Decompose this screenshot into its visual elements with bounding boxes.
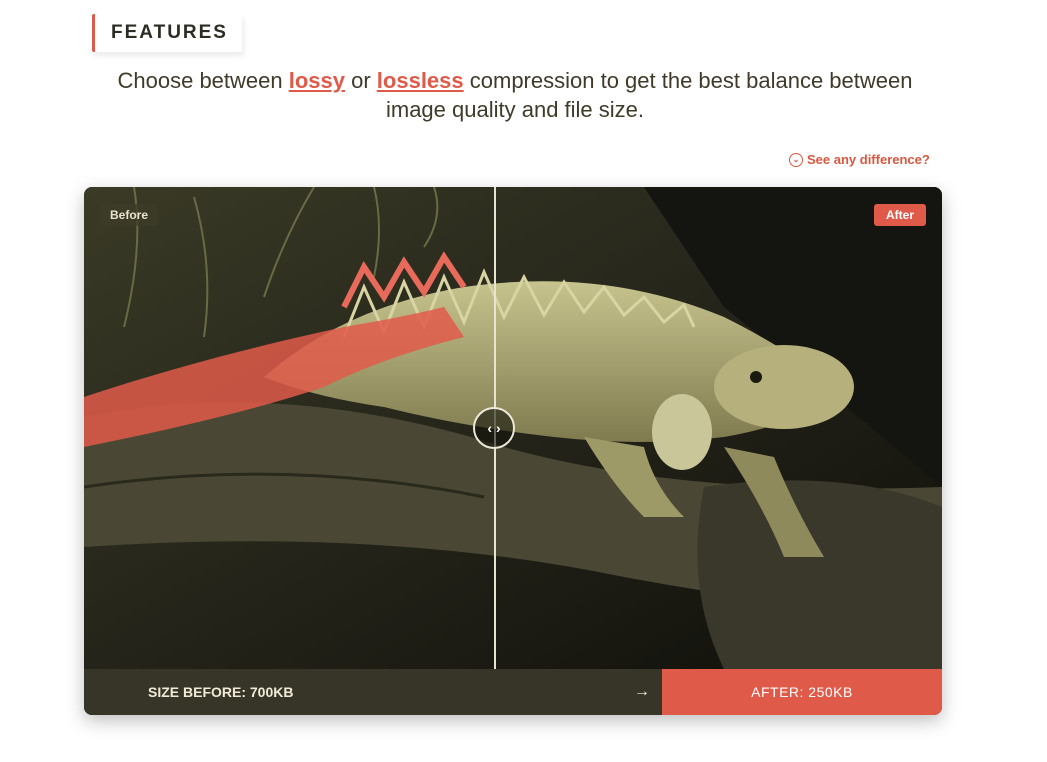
- image-comparison-viewer[interactable]: Before After ‹ › SIZE BEFORE: 700KB → AF…: [84, 187, 942, 715]
- lossy-link[interactable]: lossy: [289, 68, 345, 93]
- features-label: FEATURES: [111, 22, 228, 43]
- intro-line-2: image quality and file size.: [385, 97, 645, 122]
- size-after-bar: AFTER: 250KB: [662, 669, 942, 715]
- lossless-link[interactable]: lossless: [377, 68, 464, 93]
- features-section-tag: FEATURES: [92, 14, 242, 52]
- size-after-label: AFTER: 250KB: [751, 684, 853, 700]
- intro-middle: or: [345, 68, 377, 93]
- intro-suffix: compression to get the best balance betw…: [463, 68, 913, 93]
- before-badge: Before: [100, 204, 159, 226]
- after-badge: After: [873, 204, 926, 226]
- see-difference-label: See any difference?: [807, 152, 930, 167]
- slider-handle[interactable]: ‹ ›: [473, 407, 515, 449]
- intro-prefix: Choose between: [117, 68, 289, 93]
- chevron-down-circle-icon: ⌄: [789, 152, 803, 167]
- arrow-right-icon: →: [634, 683, 650, 700]
- left-right-chevrons-icon: ‹ ›: [487, 420, 501, 436]
- intro-text: Choose between lossy or lossless compres…: [0, 66, 1030, 124]
- size-before-label: SIZE BEFORE: 700KB: [148, 684, 294, 700]
- size-before-bar: SIZE BEFORE: 700KB →: [84, 669, 662, 715]
- see-difference-link[interactable]: ⌄ See any difference?: [789, 152, 930, 167]
